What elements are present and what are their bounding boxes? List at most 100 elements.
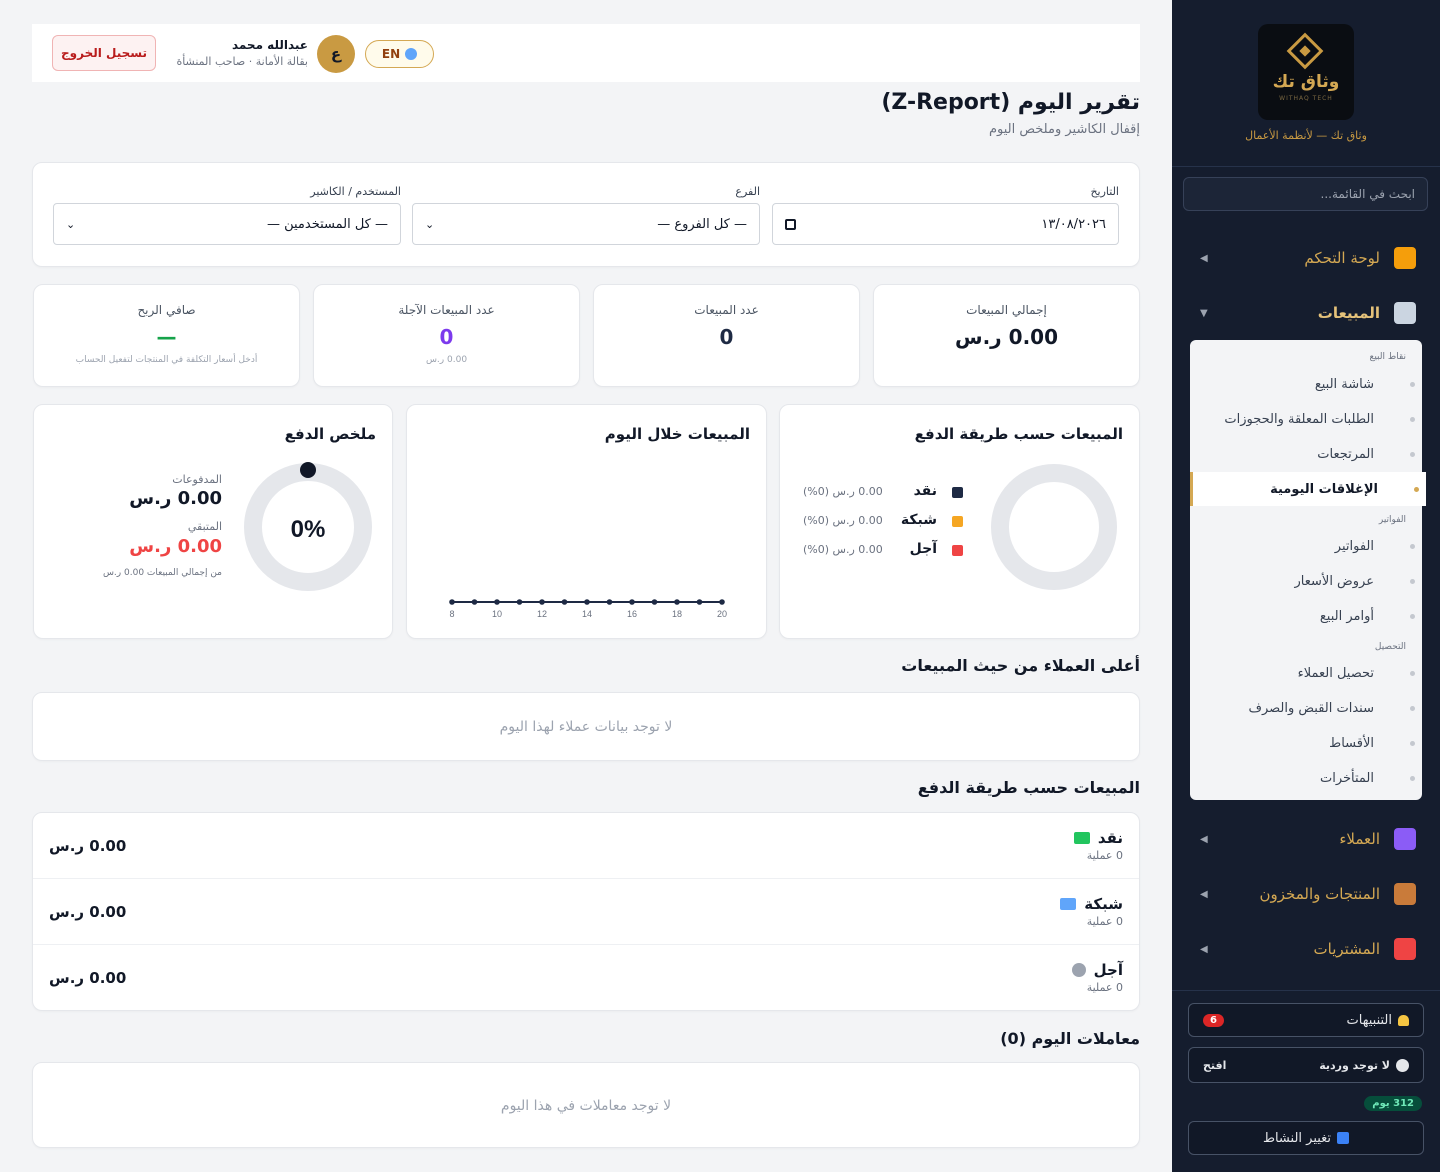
payment-row-cash: نقد 0 عملية 0.00 ر.س xyxy=(33,813,1139,879)
x-tick-label: 20 xyxy=(717,609,727,619)
method-label: شبكة xyxy=(1084,895,1123,913)
stat-value: 0 xyxy=(439,325,454,349)
user-filter-value: — كل المستخدمين — xyxy=(266,216,388,232)
paid-value: 0.00 ر.س xyxy=(129,488,222,509)
submenu-item-daily-closing[interactable]: الإغلاقات اليومية xyxy=(1190,472,1426,506)
data-point xyxy=(539,599,545,605)
transactions-empty: لا توجد معاملات في هذا اليوم xyxy=(500,1098,672,1114)
date-input[interactable]: ١٣/٠٨/٢٠٢٦ xyxy=(772,203,1119,245)
caret-down-icon: ▼ xyxy=(1200,307,1208,319)
payment-method-name: نقد xyxy=(1073,829,1123,847)
submenu-item-overdue[interactable]: المتأخرات xyxy=(1190,761,1422,795)
open-shift-button[interactable]: افتح xyxy=(1203,1059,1226,1072)
switch-activity-label: تغيير النشاط xyxy=(1262,1130,1332,1146)
date-value: ١٣/٠٨/٢٠٢٦ xyxy=(1041,216,1106,232)
bullet-icon xyxy=(1410,452,1415,457)
caret-left-icon: ◀ xyxy=(1200,943,1208,955)
nav-label: المبيعات xyxy=(1317,304,1380,322)
bell-icon xyxy=(1398,1014,1409,1026)
card-icon xyxy=(1060,898,1077,910)
nav-purchases[interactable]: المشتريات ◀ xyxy=(1172,926,1440,972)
logo-diamond-icon xyxy=(1286,32,1324,70)
paid-label: المدفوعات xyxy=(172,473,222,486)
submenu-item-sales-orders[interactable]: أوامر البيع xyxy=(1190,599,1422,633)
submenu-item-pos[interactable]: شاشة البيع xyxy=(1190,367,1422,401)
transactions-title: معاملات اليوم (0) xyxy=(1000,1029,1140,1048)
legend-name: آجل xyxy=(909,541,937,557)
x-tick-label: 18 xyxy=(672,609,682,619)
legend-swatch xyxy=(952,516,963,527)
bullet-icon xyxy=(1410,741,1415,746)
stat-label: عدد المبيعات xyxy=(694,303,759,317)
submenu-item-quotes[interactable]: عروض الأسعار xyxy=(1190,564,1422,598)
nav-sales[interactable]: المبيعات ▼ xyxy=(1172,290,1440,336)
user-select[interactable]: — كل المستخدمين — ⌄ xyxy=(53,203,401,245)
box-icon xyxy=(1394,883,1416,905)
submenu-item-pending[interactable]: الطلبات المعلقة والحجوزات xyxy=(1190,402,1422,436)
nav-label: العملاء xyxy=(1339,830,1380,848)
submenu-item-invoices[interactable]: الفواتير xyxy=(1190,529,1422,563)
stat-label: صافي الربح xyxy=(137,303,196,317)
nav-label: المنتجات والمخزون xyxy=(1259,885,1380,903)
user-name: عبدالله محمد xyxy=(231,38,308,52)
submenu-label: الإغلاقات اليومية xyxy=(1270,481,1378,497)
panel-title: ملخص الدفع xyxy=(284,425,376,443)
sales-submenu: نقاط البيع شاشة البيع الطلبات المعلقة وا… xyxy=(1190,340,1426,800)
payment-methods-card: نقد 0 عملية 0.00 ر.س شبكة 0 عملية 0.00 ر… xyxy=(32,812,1140,1011)
data-point xyxy=(584,599,590,605)
submenu-item-customer-collection[interactable]: تحصيل العملاء xyxy=(1190,656,1422,690)
logout-button[interactable]: تسجيل الخروج xyxy=(52,35,156,71)
submenu-item-returns[interactable]: المرتجعات xyxy=(1190,437,1422,471)
user-filter-label: المستخدم / الكاشير xyxy=(310,185,401,198)
caret-left-icon: ◀ xyxy=(1200,833,1208,845)
switch-activity-button[interactable]: تغيير النشاط xyxy=(1188,1121,1424,1155)
submenu-label: سندات القبض والصرف xyxy=(1248,700,1374,716)
nav-label: لوحة التحكم xyxy=(1304,249,1380,267)
branch-select[interactable]: — كل الفروع — ⌄ xyxy=(412,203,760,245)
submenu-label: أوامر البيع xyxy=(1319,608,1374,624)
bullet-icon xyxy=(1410,382,1415,387)
stat-value: — xyxy=(156,325,177,349)
nav-dashboard[interactable]: لوحة التحكم ◀ xyxy=(1172,235,1440,281)
chevron-down-icon: ⌄ xyxy=(66,217,76,231)
legend-item-card: شبكة 0.00 ر.س (0%) xyxy=(803,512,963,532)
data-point xyxy=(719,599,725,605)
alerts-count-badge: 6 xyxy=(1203,1013,1224,1027)
bullet-icon xyxy=(1410,417,1415,422)
submenu-item-vouchers[interactable]: سندات القبض والصرف xyxy=(1190,691,1422,725)
topbar: تسجيل الخروج عبدالله محمد بقالة الأمانة … xyxy=(32,24,1140,82)
stat-sales-count: عدد المبيعات 0 xyxy=(593,284,860,387)
data-point xyxy=(516,599,523,605)
legend-amount: 0.00 ر.س (0%) xyxy=(803,543,883,556)
alerts-button[interactable]: التنبيهات 6 xyxy=(1188,1003,1424,1037)
brand-logo[interactable]: وثاق تك WITHAQ TECH xyxy=(1258,24,1354,120)
branch-value: — كل الفروع — xyxy=(657,216,747,232)
nav-label: المشتريات xyxy=(1313,940,1380,958)
home-icon xyxy=(1394,247,1416,269)
legend-swatch xyxy=(952,545,963,556)
group-label-pos: نقاط البيع xyxy=(1369,352,1406,362)
cart-icon xyxy=(1394,302,1416,324)
payment-value: 0.00 ر.س xyxy=(49,837,127,855)
data-point xyxy=(651,599,658,605)
x-tick-label: 16 xyxy=(627,609,637,619)
language-toggle[interactable]: EN xyxy=(365,40,434,68)
payment-progress-ring: 0% xyxy=(244,462,372,591)
sidebar-search-input[interactable]: ابحث في القائمة... xyxy=(1183,177,1428,211)
submenu-label: الطلبات المعلقة والحجوزات xyxy=(1224,411,1374,427)
group-label-invoices: الفواتير xyxy=(1378,515,1406,525)
brand-tagline: وثاق تك — لأنظمة الأعمال xyxy=(1245,129,1367,142)
payment-count: 0 عملية xyxy=(1086,849,1123,862)
stat-value: 0.00 ر.س xyxy=(954,325,1059,349)
stat-credit-count: عدد المبيعات الآجلة 0 0.00 ر.س xyxy=(313,284,580,387)
payment-method-name: شبكة xyxy=(1060,895,1123,913)
nav-products[interactable]: المنتجات والمخزون ◀ xyxy=(1172,871,1440,917)
users-icon xyxy=(1394,828,1416,850)
legend-item-credit: آجل 0.00 ر.س (0%) xyxy=(803,541,963,561)
submenu-item-installments[interactable]: الأقساط xyxy=(1190,726,1422,760)
nav-customers[interactable]: العملاء ◀ xyxy=(1172,816,1440,862)
inbox-icon xyxy=(1394,938,1416,960)
avatar[interactable]: ع xyxy=(317,35,355,73)
panel-title: المبيعات خلال اليوم xyxy=(604,425,750,443)
bullet-icon xyxy=(1410,579,1415,584)
